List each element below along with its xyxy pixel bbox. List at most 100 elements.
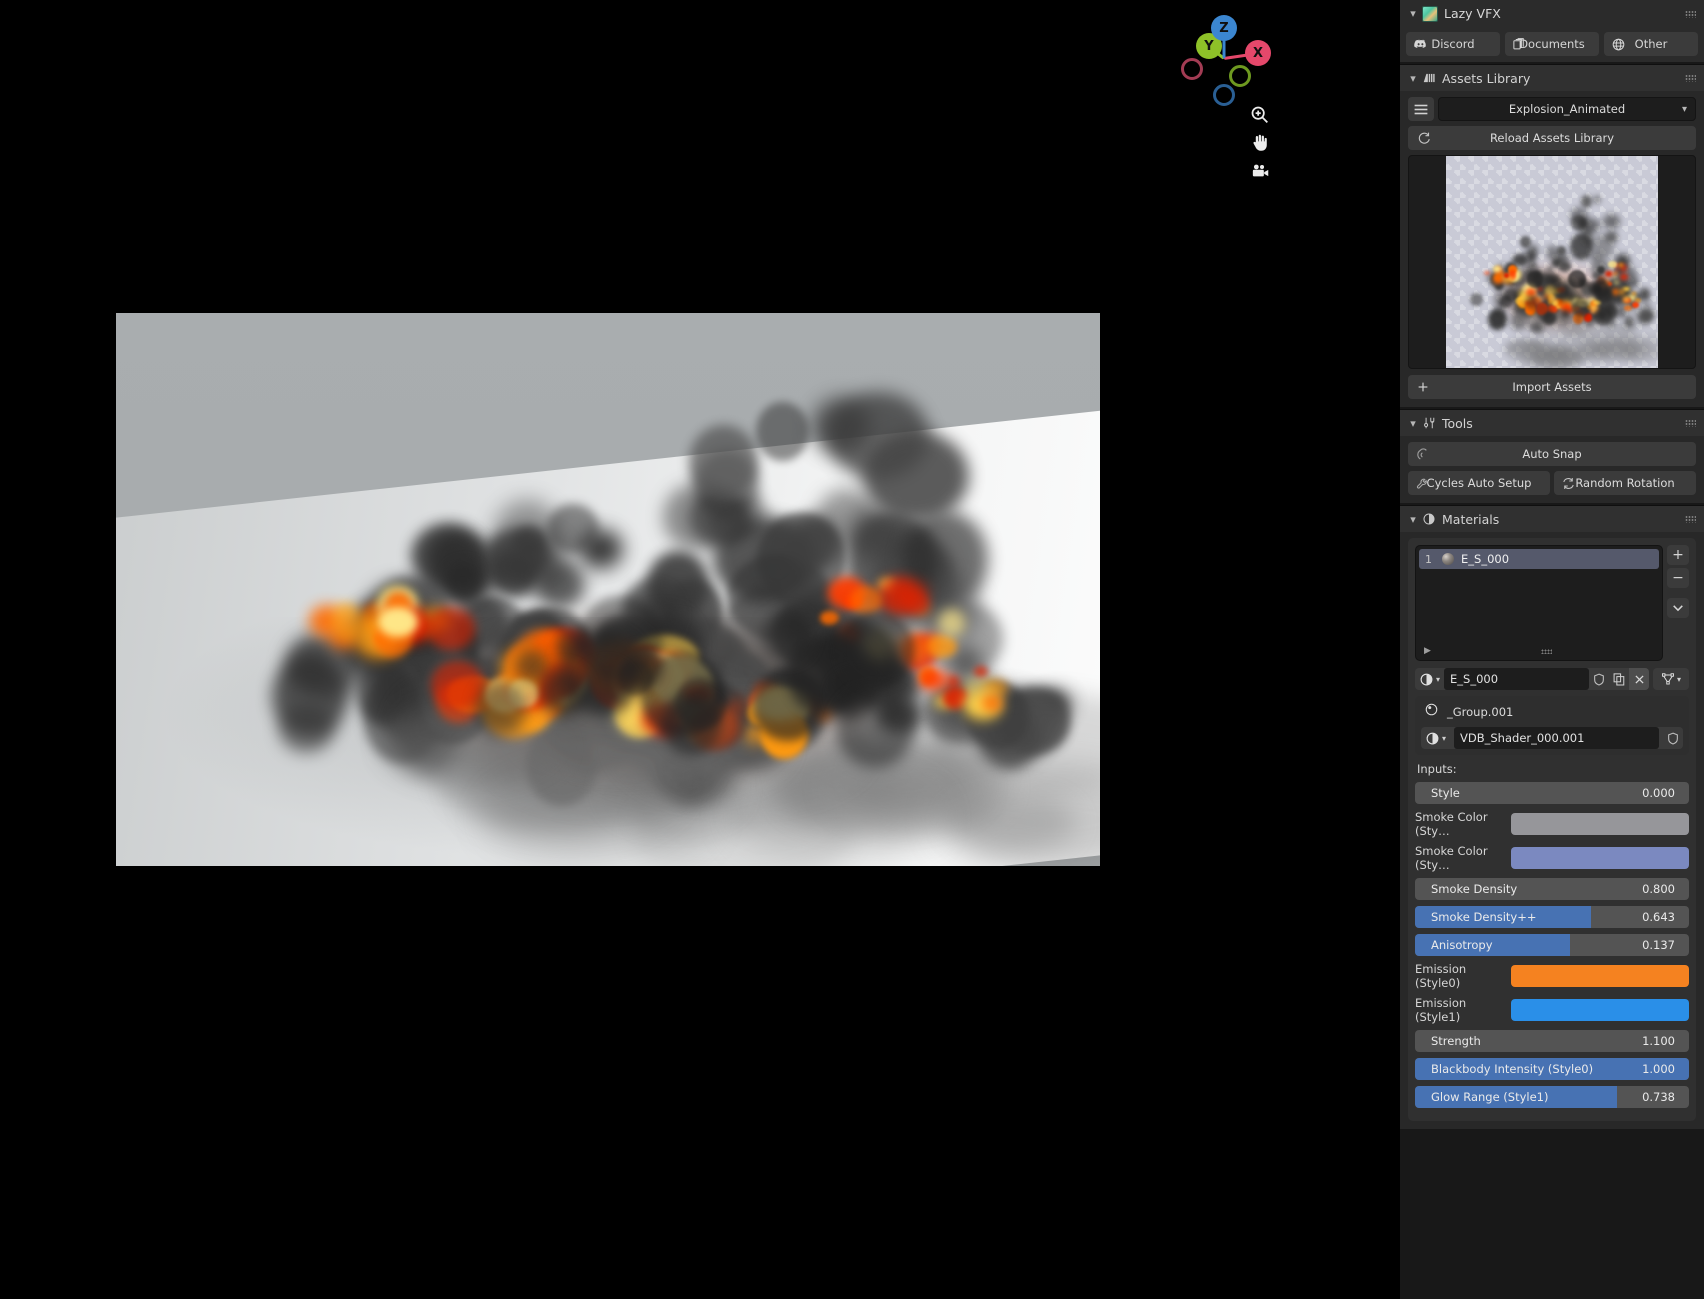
reload-assets-library-label: Reload Assets Library <box>1489 131 1615 145</box>
gizmo-axis-neg-x[interactable] <box>1181 58 1203 80</box>
grip-dots-icon[interactable] <box>1685 419 1696 427</box>
slider-smoke-density[interactable]: Smoke Density 0.800 <box>1415 878 1689 900</box>
camera-icon[interactable] <box>1245 156 1275 186</box>
shader-name[interactable]: VDB_Shader_000.001 <box>1454 727 1659 749</box>
active-material-name[interactable]: E_S_000 <box>1444 668 1589 690</box>
slider-strength[interactable]: Strength 1.100 <box>1415 1030 1689 1052</box>
slider-label: Style <box>1431 786 1460 800</box>
viewport-3d[interactable]: XYZ <box>0 0 1400 1299</box>
asset-dropdown-value: Explosion_Animated <box>1508 102 1626 116</box>
grip-dots-icon[interactable] <box>1685 515 1696 523</box>
documents-button[interactable]: Documents <box>1505 32 1599 56</box>
assets-library-panel: ▾ Assets Library Explosion_Animated ▾ Re… <box>1400 64 1704 407</box>
addon-side-panel: ▾ Lazy VFX Discord Documents Other ▾ Ass… <box>1400 0 1704 1299</box>
color-input-label: Emission (Style1) <box>1415 996 1467 1024</box>
slider-blackbody-intensity-style0[interactable]: Blackbody Intensity (Style0) 1.000 <box>1415 1058 1689 1080</box>
addon-title: Lazy VFX <box>1444 6 1501 21</box>
gizmo-axis-z[interactable]: Z <box>1211 15 1237 41</box>
slider-value: 0.000 <box>1642 786 1675 800</box>
color-swatch[interactable] <box>1511 847 1689 869</box>
render-preview-image <box>116 313 1100 866</box>
use-nodes-button[interactable]: ▾ <box>1653 668 1689 690</box>
cycles-auto-setup-button[interactable]: Cycles Auto Setup <box>1408 471 1550 495</box>
node-group-box: _Group.001 ▾ VDB_Shader_000.001 <box>1415 696 1689 755</box>
add-material-slot-button[interactable]: + <box>1667 545 1689 565</box>
material-specials-menu-button[interactable] <box>1667 598 1689 618</box>
assets-library-header[interactable]: ▾ Assets Library <box>1400 65 1704 91</box>
random-rotation-button[interactable]: Random Rotation <box>1554 471 1696 495</box>
chevron-down-icon[interactable]: ▾ <box>1406 72 1420 85</box>
triangle-right-icon[interactable]: ▶ <box>1424 646 1431 656</box>
gizmo-axis-x[interactable]: X <box>1245 40 1271 66</box>
globe-icon <box>1611 37 1626 52</box>
material-slot-section: 1 E_S_000 ▶ + − <box>1415 545 1689 661</box>
asset-preview-frame[interactable] <box>1408 155 1696 369</box>
fake-user-shield-icon[interactable] <box>1663 727 1683 749</box>
grip-dots-icon[interactable] <box>1685 74 1696 82</box>
new-material-copy-icon[interactable] <box>1609 668 1629 690</box>
chevron-down-icon[interactable]: ▾ <box>1406 7 1420 20</box>
auto-snap-button[interactable]: Auto Snap <box>1408 442 1696 466</box>
shader-row: ▾ VDB_Shader_000.001 <box>1421 727 1683 749</box>
refresh-icon <box>1561 476 1576 491</box>
color-swatch[interactable] <box>1511 813 1689 835</box>
slider-anisotropy[interactable]: Anisotropy 0.137 <box>1415 934 1689 956</box>
node-group-name: _Group.001 <box>1447 704 1514 719</box>
material-inputs-list: Style 0.000 Smoke Color (Sty… Smoke Color (… <box>1415 782 1689 1108</box>
tools-title: Tools <box>1442 415 1473 431</box>
color-swatch[interactable] <box>1511 999 1689 1021</box>
plus-icon <box>1416 380 1430 394</box>
color-input-label: Smoke Color (Sty… <box>1415 844 1488 872</box>
remove-material-slot-button[interactable]: − <box>1667 568 1689 588</box>
assets-library-title: Assets Library <box>1442 70 1531 86</box>
tools-wrench-icon <box>1422 416 1436 430</box>
unlink-x-icon[interactable] <box>1629 668 1649 690</box>
chevron-down-icon[interactable]: ▾ <box>1406 513 1420 526</box>
color-input-row: Smoke Color (Sty… <box>1415 844 1689 872</box>
viewport-tool-column[interactable] <box>1245 100 1279 186</box>
color-swatch[interactable] <box>1511 965 1689 987</box>
slider-value: 0.800 <box>1642 882 1675 896</box>
materials-header[interactable]: ▾ Materials <box>1400 506 1704 532</box>
fake-user-shield-icon[interactable] <box>1589 668 1609 690</box>
discord-button[interactable]: Discord <box>1406 32 1500 56</box>
reload-assets-library-button[interactable]: Reload Assets Library <box>1408 126 1696 150</box>
material-slot-buttons: + − <box>1667 545 1689 661</box>
gizmo-axis-neg-z[interactable] <box>1213 84 1235 106</box>
material-slot-row[interactable]: 1 E_S_000 <box>1419 549 1659 569</box>
chevron-down-icon[interactable]: ▾ <box>1406 417 1420 430</box>
slider-glow-range-style1[interactable]: Glow Range (Style1) 0.738 <box>1415 1086 1689 1108</box>
grip-dots-icon[interactable] <box>1540 648 1552 654</box>
material-list-footer: ▶ <box>1416 644 1662 658</box>
wrench-icon <box>1415 476 1430 491</box>
tools-header[interactable]: ▾ Tools <box>1400 410 1704 436</box>
pan-hand-icon[interactable] <box>1245 128 1275 158</box>
material-sphere-icon[interactable]: ▾ <box>1425 731 1450 746</box>
other-button[interactable]: Other <box>1604 32 1698 56</box>
other-button-label: Other <box>1634 37 1668 51</box>
slider-label: Blackbody Intensity (Style0) <box>1431 1062 1594 1076</box>
shader-browse-field[interactable]: ▾ VDB_Shader_000.001 <box>1421 727 1683 749</box>
slider-value: 0.137 <box>1642 938 1675 952</box>
color-input-row: Smoke Color (Sty… <box>1415 810 1689 838</box>
grip-dots-icon[interactable] <box>1685 10 1696 17</box>
material-slot-index: 1 <box>1425 552 1432 566</box>
hamburger-menu-icon[interactable] <box>1408 97 1434 121</box>
active-material-row: ▾ E_S_000 ▾ <box>1415 668 1689 690</box>
import-assets-button[interactable]: Import Assets <box>1408 375 1696 399</box>
navigation-gizmo[interactable]: XYZ <box>1174 8 1274 108</box>
slider-smoke-density[interactable]: Smoke Density++ 0.643 <box>1415 906 1689 928</box>
addon-header[interactable]: ▾ Lazy VFX <box>1400 0 1704 27</box>
tools-panel: ▾ Tools Auto Snap Cycles Auto Setup Rand… <box>1400 409 1704 503</box>
asset-dropdown[interactable]: Explosion_Animated ▾ <box>1438 97 1696 121</box>
slider-label: Smoke Density++ <box>1431 910 1537 924</box>
material-browse-field[interactable]: ▾ E_S_000 <box>1415 668 1649 690</box>
zoom-icon[interactable] <box>1245 100 1275 130</box>
gizmo-axis-neg-y[interactable] <box>1229 65 1251 87</box>
addon-link-row: Discord Documents Other <box>1400 27 1704 62</box>
cycles-auto-setup-label: Cycles Auto Setup <box>1426 476 1532 490</box>
material-sphere-icon[interactable]: ▾ <box>1419 672 1444 687</box>
slider-style[interactable]: Style 0.000 <box>1415 782 1689 804</box>
material-sphere-icon <box>1422 512 1436 526</box>
material-slot-list[interactable]: 1 E_S_000 ▶ <box>1415 545 1663 661</box>
